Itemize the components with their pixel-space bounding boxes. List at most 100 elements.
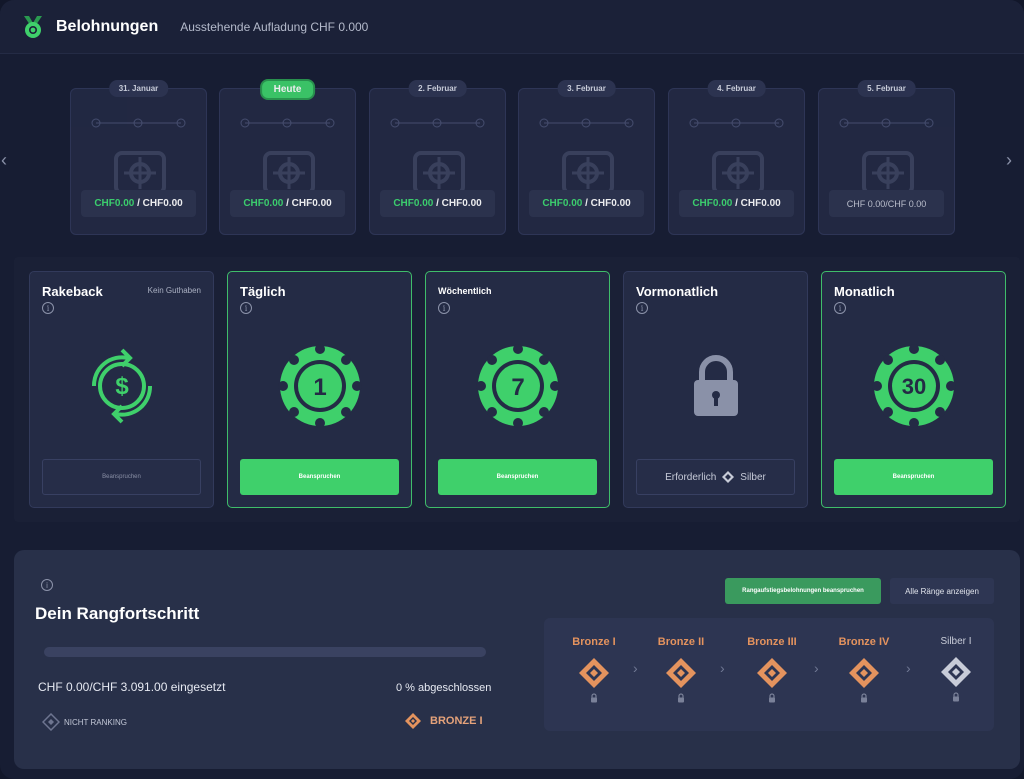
reward-card-daily: Täglich i 1 Beanspruchen: [227, 271, 412, 508]
day-label: 5. Februar: [857, 80, 916, 97]
info-icon[interactable]: i: [438, 302, 450, 314]
lock-icon: [678, 693, 684, 703]
reward-card-previous-month: Vormonatlich i Erforderlich Silber: [623, 271, 808, 508]
reward-card-rakeback: Rakeback Kein Guthaben i $ Beanspruchen: [29, 271, 214, 508]
chevron-right-icon: ›: [814, 660, 819, 676]
chevron-right-icon: ›: [633, 660, 638, 676]
day-label: 4. Februar: [707, 80, 766, 97]
medal-icon: [24, 15, 42, 38]
percent-text: 0 % abgeschlossen: [396, 682, 492, 694]
earned-amount: CHF0.00: [243, 198, 284, 209]
lock-icon: [694, 355, 738, 416]
rank-tier-name: Bronze IV: [838, 636, 890, 648]
day-amount: CHF0.00 / CHF0.00: [380, 190, 495, 217]
day-card[interactable]: 5. Februar CHF 0.00/CHF 0.00: [818, 80, 955, 235]
reward-card-weekly: Wöchentlich i 7 Beanspruchen: [425, 271, 610, 508]
rank-tiers: Bronze I Bronze II Bronze III Bronze IV Silb…: [544, 618, 994, 731]
reward-title: Vormonatlich: [636, 284, 719, 299]
claim-monthly-button[interactable]: Beanspruchen: [834, 459, 993, 495]
lock-icon: [591, 693, 597, 703]
day-card[interactable]: 2. Februar CHF0.00 / CHF0.00: [369, 80, 506, 235]
day-card[interactable]: 3. Februar CHF0.00 / CHF0.00: [518, 80, 655, 235]
amount-separator: /: [283, 198, 292, 209]
day-card[interactable]: Heute CHF0.00 / CHF0.00: [219, 79, 356, 235]
required-label: Erforderlich: [665, 471, 717, 483]
claim-daily-button[interactable]: Beanspruchen: [240, 459, 399, 495]
show-all-ranks-button[interactable]: Alle Ränge anzeigen: [890, 578, 994, 604]
total-amount: CHF0.00: [740, 198, 781, 209]
rakeback-icon: $: [91, 348, 153, 424]
chip-value: 30: [902, 374, 926, 399]
info-icon[interactable]: i: [41, 579, 53, 591]
current-rank: NICHT RANKING: [42, 713, 127, 731]
unranked-icon: [42, 713, 60, 731]
pending-deposit: Ausstehende Aufladung CHF 0.000: [180, 19, 369, 34]
next-rank: BRONZE I: [404, 712, 483, 730]
day-label: 31. Januar: [108, 80, 169, 97]
progress-dots-icon: [689, 115, 784, 128]
lock-icon: [769, 693, 775, 703]
silver-rank-icon: [722, 471, 735, 483]
reward-card-monthly: Monatlich i 30 Beanspruchen: [821, 271, 1006, 508]
chip-value: 1: [313, 374, 326, 401]
earned-amount: CHF0.00: [542, 198, 583, 209]
page-title: Belohnungen: [56, 17, 159, 35]
svg-text:$: $: [115, 373, 129, 400]
rewards-page: Belohnungen Ausstehende Aufladung CHF 0.…: [0, 0, 1024, 779]
day-amount: CHF0.00 / CHF0.00: [529, 190, 644, 217]
info-icon[interactable]: i: [42, 302, 54, 314]
chevron-right-icon: ›: [720, 660, 725, 676]
day-amount: CHF 0.00/CHF 0.00: [829, 190, 944, 217]
rank-title: Dein Rangfortschritt: [35, 604, 200, 623]
reward-title: Täglich: [240, 284, 286, 299]
lock-icon: [953, 692, 959, 702]
claim-rank-rewards-button[interactable]: Rangaufstiegsbelohnungen beanspruchen: [725, 578, 881, 604]
silver-rank-icon: [941, 657, 971, 687]
rank-tier: Bronze II: [641, 636, 721, 703]
rank-tier: Bronze III: [732, 636, 812, 703]
chevron-left-icon[interactable]: ‹: [1, 150, 7, 171]
rank-tier-name: Bronze III: [747, 636, 797, 648]
total-amount: CHF0.00: [590, 198, 631, 209]
total-amount: CHF0.00: [142, 198, 183, 209]
bronze-rank-icon: [666, 658, 696, 688]
chip-icon: 7: [476, 344, 560, 428]
progress-dots-icon: [91, 115, 186, 128]
day-label: Heute: [259, 79, 316, 100]
reward-note: Kein Guthaben: [147, 286, 201, 295]
info-icon[interactable]: i: [834, 302, 846, 314]
total-amount: CHF0.00: [441, 198, 482, 209]
rank-tier-name: Bronze I: [572, 636, 616, 648]
amount-separator: /: [433, 198, 442, 209]
bronze-rank-icon: [405, 713, 421, 729]
bronze-rank-icon: [757, 658, 787, 688]
day-card[interactable]: 31. Januar CHF0.00 / CHF0.00: [70, 80, 207, 235]
current-rank-label: NICHT RANKING: [64, 717, 127, 727]
lock-icon: [861, 693, 867, 703]
chevron-right-icon: ›: [906, 660, 911, 676]
chevron-right-icon[interactable]: ›: [1006, 150, 1012, 171]
claim-rakeback-button[interactable]: Beanspruchen: [42, 459, 201, 495]
day-label: 3. Februar: [557, 80, 616, 97]
rank-progress-panel: i Dein Rangfortschritt Rangaufstiegsbelo…: [14, 550, 1020, 769]
amount-separator: /: [134, 198, 143, 209]
bronze-rank-icon: [849, 658, 879, 688]
day-card[interactable]: 4. Februar CHF0.00 / CHF0.00: [668, 80, 805, 235]
progress-dots-icon: [839, 115, 934, 128]
progress-dots-icon: [240, 115, 335, 128]
bronze-rank-icon: [579, 658, 609, 688]
reward-title: Wöchentlich: [438, 286, 492, 296]
earned-amount: CHF0.00: [393, 198, 434, 209]
claim-weekly-button[interactable]: Beanspruchen: [438, 459, 597, 495]
info-icon[interactable]: i: [636, 302, 648, 314]
chip-value: 7: [511, 374, 524, 401]
amount-separator: /: [582, 198, 591, 209]
day-amount: CHF0.00 / CHF0.00: [230, 190, 345, 217]
required-rank: Silber: [740, 471, 766, 483]
day-label: 2. Februar: [408, 80, 467, 97]
progress-dots-icon: [539, 115, 634, 128]
day-amount: CHF0.00 / CHF0.00: [679, 190, 794, 217]
amount-separator: /: [732, 198, 741, 209]
rank-tier-name: Silber I: [940, 636, 972, 647]
info-icon[interactable]: i: [240, 302, 252, 314]
